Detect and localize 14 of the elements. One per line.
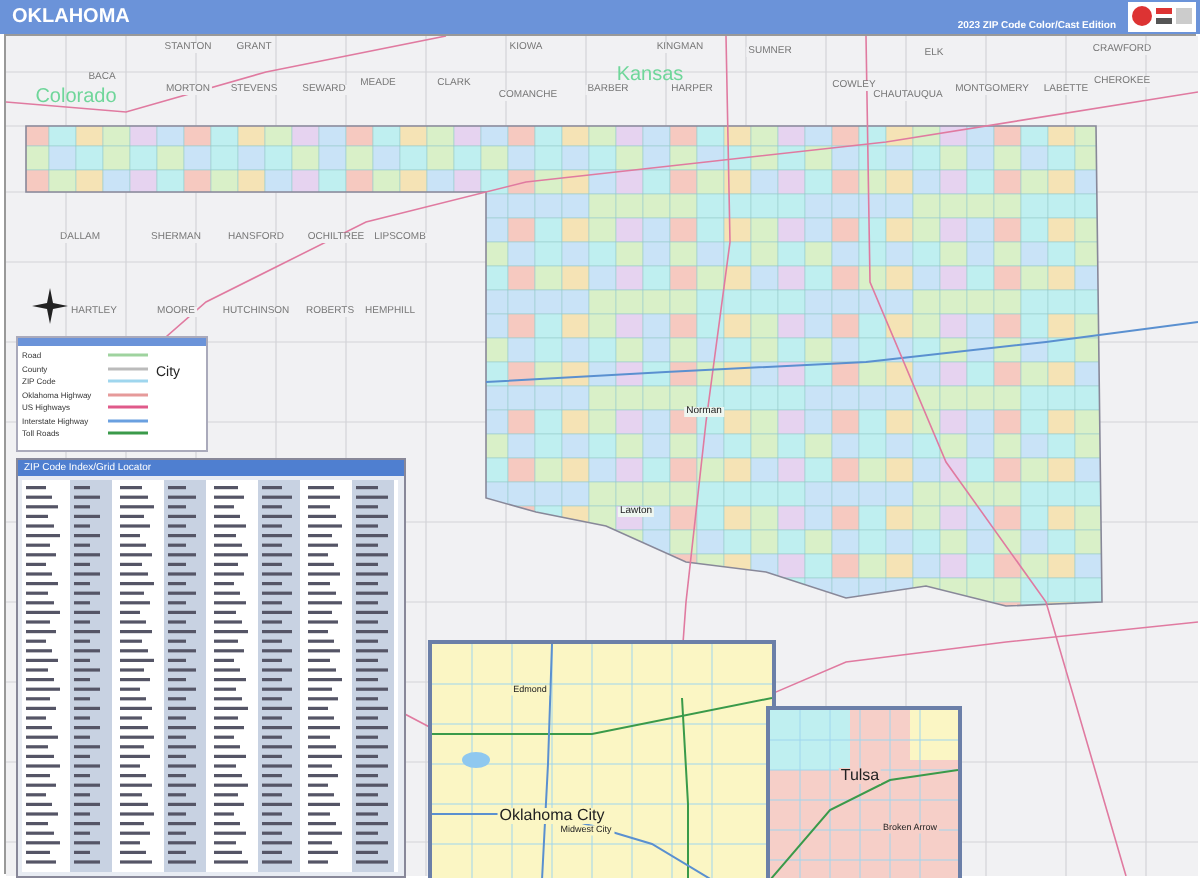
legend-line-icon: [108, 430, 148, 436]
state-label: Colorado: [35, 88, 117, 108]
legend-line-icon: [108, 352, 148, 358]
map-title: OKLAHOMA: [12, 6, 132, 28]
legend-line-icon: [108, 391, 148, 397]
state-label: Kansas: [616, 66, 684, 86]
compass-icon: [32, 288, 68, 324]
logo-icon: [1128, 2, 1196, 32]
legend-line-icon: [108, 378, 148, 384]
legend-line-icon: [108, 365, 148, 371]
city-label: Oklahoma City: [497, 808, 607, 824]
legend-line-icon: [108, 417, 148, 423]
legend-line-icon: [108, 404, 148, 410]
city-label: Tulsa: [838, 768, 882, 784]
